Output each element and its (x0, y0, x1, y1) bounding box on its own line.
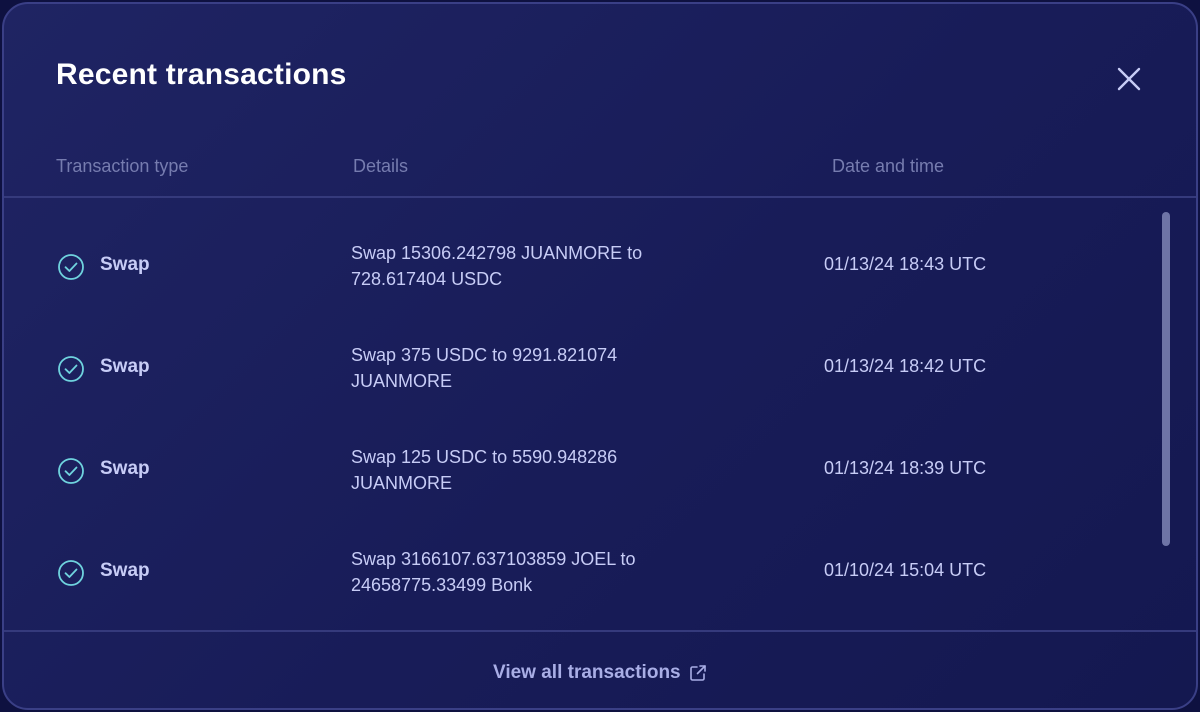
transaction-type: Swap (100, 254, 150, 275)
transaction-datetime: 01/13/24 18:42 UTC (824, 356, 987, 376)
modal-footer: View all transactions (4, 630, 1196, 708)
transaction-datetime: 01/13/24 18:43 UTC (824, 254, 987, 274)
scrollbar-thumb[interactable] (1162, 212, 1170, 546)
table-row: Swap Swap 375 USDC to 9291.821074 JUANMO… (4, 316, 1196, 418)
scrollbar[interactable] (1160, 210, 1172, 548)
table-row: Swap Swap 125 USDC to 5590.948286 JUANMO… (4, 418, 1196, 520)
table-row: Swap Swap 3166107.637103859 JOEL to 2465… (4, 520, 1196, 622)
transaction-details: Swap 375 USDC to 9291.821074 JUANMORE (351, 342, 711, 394)
check-circle-icon (58, 560, 84, 586)
recent-transactions-modal: Recent transactions Transaction type Det… (2, 2, 1198, 710)
details-line: Swap 375 USDC to 9291.821074 (351, 345, 618, 365)
check-circle-icon (58, 254, 84, 280)
column-header-transaction-type: Transaction type (56, 156, 189, 176)
check-circle-icon (58, 356, 84, 382)
transaction-details: Swap 3166107.637103859 JOEL to 24658775.… (351, 546, 711, 598)
close-button[interactable] (1112, 62, 1146, 96)
transaction-datetime: 01/10/24 15:04 UTC (824, 560, 987, 580)
column-header-details: Details (353, 156, 409, 176)
transaction-type: Swap (100, 560, 150, 581)
check-circle-icon (58, 458, 84, 484)
transactions-list[interactable]: Swap Swap 15306.242798 JUANMORE to 728.6… (4, 198, 1196, 630)
table-header: Transaction type Details Date and time (4, 152, 1196, 198)
external-link-icon (689, 665, 706, 681)
view-all-label: View all transactions (493, 662, 681, 683)
view-all-transactions-link[interactable]: View all transactions (493, 662, 707, 684)
details-line: 728.617404 USDC (351, 269, 503, 289)
details-line: JUANMORE (351, 371, 453, 391)
details-line: Swap 3166107.637103859 JOEL to (351, 549, 636, 569)
details-line: Swap 125 USDC to 5590.948286 (351, 447, 618, 467)
transaction-type: Swap (100, 356, 150, 377)
transaction-type: Swap (100, 458, 150, 479)
close-icon (1117, 67, 1141, 91)
details-line: JUANMORE (351, 473, 453, 493)
column-header-date-and-time: Date and time (832, 156, 945, 176)
modal-title: Recent transactions (56, 58, 347, 91)
details-line: 24658775.33499 Bonk (351, 575, 533, 595)
transaction-datetime: 01/13/24 18:39 UTC (824, 458, 987, 478)
details-line: Swap 15306.242798 JUANMORE to (351, 243, 643, 263)
transaction-details: Swap 125 USDC to 5590.948286 JUANMORE (351, 444, 711, 496)
transaction-details: Swap 15306.242798 JUANMORE to 728.617404… (351, 240, 711, 292)
table-row: Swap Swap 15306.242798 JUANMORE to 728.6… (4, 214, 1196, 316)
